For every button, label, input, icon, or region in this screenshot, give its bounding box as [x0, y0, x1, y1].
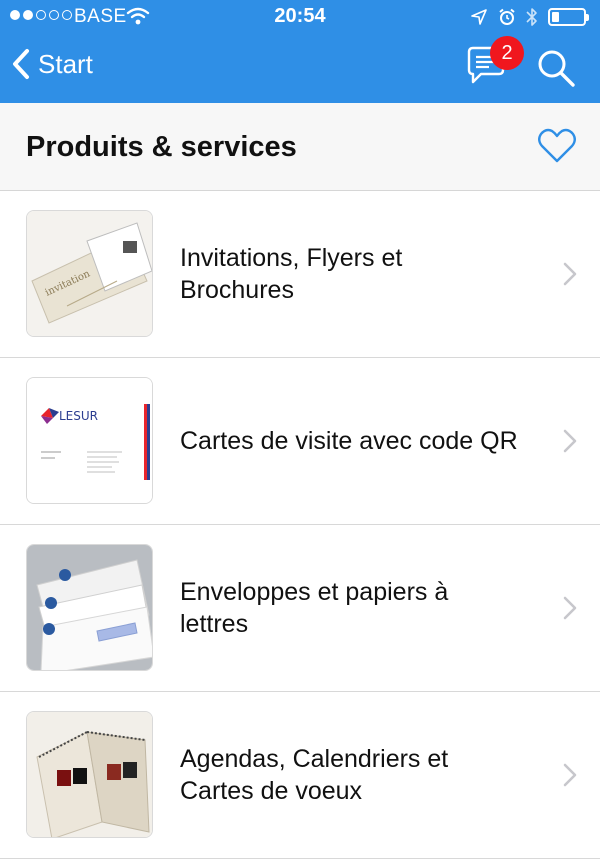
search-icon[interactable] — [536, 48, 576, 88]
chevron-right-icon — [563, 763, 577, 787]
heart-icon[interactable] — [537, 127, 577, 165]
alarm-clock-icon — [499, 8, 515, 25]
envelopes-thumbnail — [26, 544, 153, 671]
top-bar: BASE 20:54 Start 2 — [0, 0, 600, 103]
battery-icon — [548, 8, 589, 26]
status-bar: BASE 20:54 — [0, 0, 600, 34]
notification-badge: 2 — [490, 36, 524, 70]
chevron-right-icon — [563, 596, 577, 620]
bluetooth-icon — [526, 8, 537, 26]
back-label: Start — [38, 48, 93, 79]
page-title: Produits & services — [26, 131, 297, 163]
list-item-label: Cartes de visite avec code QR — [180, 427, 518, 455]
back-button[interactable]: Start — [12, 48, 93, 80]
location-arrow-icon — [471, 9, 487, 25]
chevron-left-icon — [13, 49, 29, 79]
business-card-brand: LESUR — [59, 409, 98, 423]
chevron-right-icon — [563, 262, 577, 286]
calendar-thumbnail — [26, 711, 153, 838]
list-item[interactable]: Enveloppes et papiers à lettres — [0, 525, 600, 692]
list-item[interactable]: LESUR Cartes de visite avec code QR — [0, 358, 600, 525]
business-card-thumbnail: LESUR — [26, 377, 153, 504]
section-header: Produits & services — [0, 103, 600, 191]
navigation-bar: Start 2 — [0, 34, 600, 103]
invitation-card-thumbnail: invitation — [26, 210, 153, 337]
list-item-label: Invitations, Flyers et Brochures — [180, 244, 403, 304]
list-item-label: Enveloppes et papiers à lettres — [180, 578, 449, 638]
list-item[interactable]: invitation Invitations, Flyers et Brochu… — [0, 191, 600, 358]
list-item-label: Agendas, Calendriers et Cartes de voeux — [180, 745, 449, 805]
list-item[interactable]: Agendas, Calendriers et Cartes de voeux — [0, 692, 600, 859]
chevron-right-icon — [563, 429, 577, 453]
product-list: invitation Invitations, Flyers et Brochu… — [0, 191, 600, 859]
